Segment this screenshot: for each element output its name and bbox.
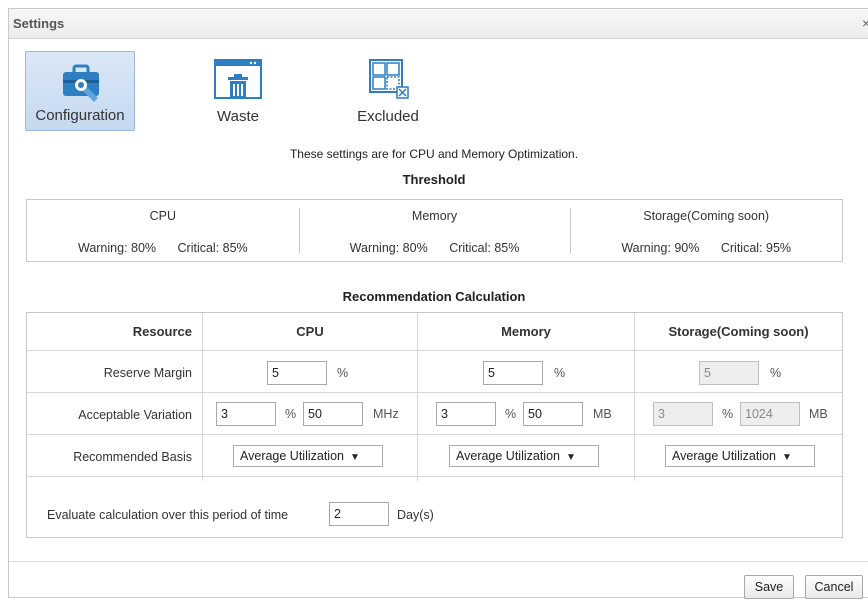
evaluate-period-input[interactable]	[329, 502, 389, 526]
memory-reserve-margin-input[interactable]	[483, 361, 543, 385]
threshold-name: Memory	[411, 209, 458, 223]
memory-variation-value-input[interactable]	[523, 402, 583, 426]
trash-window-icon	[214, 59, 262, 99]
table-row: Acceptable Variation % MHz % MB % MB	[27, 393, 842, 435]
days-unit: Day(s)	[397, 508, 434, 522]
threshold-critical: Critical: 85%	[449, 241, 520, 255]
dialog-title: Settings	[13, 16, 65, 31]
row-label-acceptable-variation: Acceptable Variation	[78, 408, 192, 422]
header-cpu: CPU	[296, 324, 324, 339]
mb-unit: MB	[809, 407, 828, 421]
tab-label: Waste	[217, 108, 259, 125]
excluded-grid-icon	[369, 59, 409, 99]
storage-variation-value-input	[740, 402, 800, 426]
recommendation-panel: Resource CPU Memory Storage(Coming soon)…	[26, 312, 843, 538]
evaluate-label: Evaluate calculation over this period of…	[47, 508, 289, 522]
percent-unit: %	[337, 366, 349, 380]
cpu-variation-value-input[interactable]	[303, 402, 363, 426]
threshold-storage: Storage(Coming soon) Warning: 90% Critic…	[570, 200, 842, 261]
storage-basis-select[interactable]: Average Utilization ▼	[665, 445, 815, 467]
table-row: Reserve Margin % % %	[27, 351, 842, 393]
table-header-row: Resource CPU Memory Storage(Coming soon)	[27, 313, 842, 351]
memory-basis-select[interactable]: Average Utilization ▼	[449, 445, 599, 467]
threshold-name: CPU	[149, 209, 177, 223]
tab-excluded[interactable]: Excluded	[333, 51, 443, 131]
percent-unit: %	[554, 366, 566, 380]
dialog-titlebar[interactable]: Settings ×	[9, 9, 868, 39]
select-value: Average Utilization	[672, 449, 776, 463]
threshold-name: Storage(Coming soon)	[643, 209, 770, 223]
percent-unit: %	[505, 407, 517, 421]
tab-label: Excluded	[357, 108, 419, 125]
header-resource: Resource	[132, 324, 192, 339]
percent-unit: %	[285, 407, 297, 421]
cancel-button[interactable]: Cancel	[805, 575, 863, 599]
chevron-down-icon: ▼	[782, 452, 792, 463]
percent-unit: %	[770, 366, 782, 380]
threshold-critical: Critical: 95%	[720, 241, 792, 255]
threshold-memory: Memory Warning: 80% Critical: 85%	[298, 200, 571, 261]
recommendation-title: Recommendation Calculation	[342, 289, 526, 304]
select-value: Average Utilization	[240, 449, 344, 463]
toolbox-icon	[63, 64, 99, 102]
percent-unit: %	[722, 407, 734, 421]
threshold-cpu: CPU Warning: 80% Critical: 85%	[27, 200, 299, 261]
memory-variation-percent-input[interactable]	[436, 402, 496, 426]
row-label-recommended-basis: Recommended Basis	[73, 450, 192, 464]
header-memory: Memory	[501, 324, 551, 339]
threshold-warning: Warning: 80%	[349, 241, 428, 255]
tab-configuration[interactable]: Configuration	[25, 51, 135, 131]
header-storage: Storage(Coming soon)	[668, 324, 809, 339]
cpu-reserve-margin-input[interactable]	[267, 361, 327, 385]
tab-waste[interactable]: Waste	[183, 51, 293, 131]
cpu-basis-select[interactable]: Average Utilization ▼	[233, 445, 383, 467]
mhz-unit: MHz	[373, 407, 399, 421]
select-value: Average Utilization	[456, 449, 560, 463]
storage-variation-percent-input	[653, 402, 713, 426]
close-icon[interactable]: ×	[862, 15, 868, 31]
mb-unit: MB	[593, 407, 612, 421]
tab-label: Configuration	[35, 107, 125, 124]
recommendation-table: Resource CPU Memory Storage(Coming soon)…	[27, 313, 842, 481]
threshold-critical: Critical: 85%	[177, 241, 248, 255]
threshold-warning: Warning: 80%	[77, 241, 157, 255]
chevron-down-icon: ▼	[566, 452, 576, 463]
settings-description: These settings are for CPU and Memory Op…	[289, 147, 579, 161]
table-row: Recommended Basis Average Utilization ▼ A…	[27, 435, 842, 477]
save-button[interactable]: Save	[744, 575, 794, 599]
cpu-variation-percent-input[interactable]	[216, 402, 276, 426]
row-label-reserve-margin: Reserve Margin	[103, 366, 192, 380]
storage-reserve-margin-input	[699, 361, 759, 385]
footer-divider	[9, 561, 868, 562]
settings-dialog: Settings × Configuration Waste Excluded …	[8, 8, 868, 599]
threshold-warning: Warning: 90%	[621, 241, 700, 255]
threshold-title: Threshold	[402, 172, 466, 187]
threshold-panel: CPU Warning: 80% Critical: 85% Memory Wa…	[26, 199, 843, 262]
chevron-down-icon: ▼	[350, 452, 360, 463]
